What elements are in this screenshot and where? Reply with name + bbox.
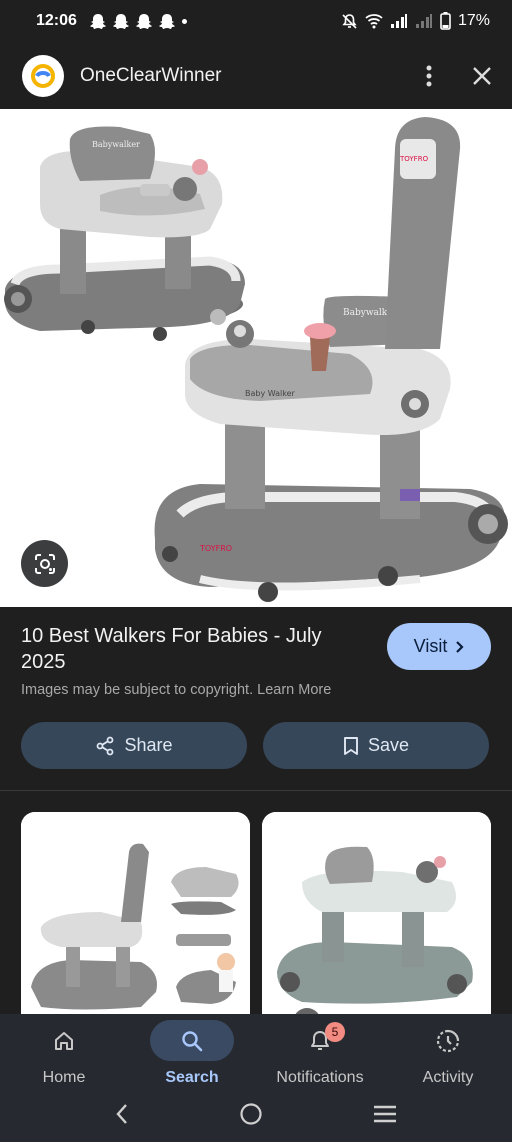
hero-image[interactable]: Babywalker TOYFRO Baby Walker Babywalker… bbox=[0, 109, 512, 607]
related-image-walker-collage bbox=[21, 812, 250, 1032]
share-label: Share bbox=[124, 735, 173, 755]
nav-home[interactable]: Home bbox=[0, 1020, 128, 1090]
battery-percent: 17% bbox=[457, 12, 490, 29]
lens-button[interactable] bbox=[21, 540, 68, 587]
visit-button[interactable]: Visit bbox=[387, 623, 491, 670]
bookmark-icon bbox=[344, 736, 358, 755]
svg-text:Babywalker: Babywalker bbox=[92, 140, 140, 149]
notification-dot-icon bbox=[181, 18, 187, 24]
nav-notifications[interactable]: 5 Notifications bbox=[256, 1020, 384, 1090]
nav-activity[interactable]: Activity bbox=[384, 1020, 512, 1090]
svg-text:TOYFRO: TOYFRO bbox=[399, 155, 429, 163]
notification-badge: 5 bbox=[325, 1022, 345, 1042]
system-navigation bbox=[0, 1086, 512, 1142]
signal-icon-2 bbox=[415, 14, 432, 28]
close-icon[interactable] bbox=[472, 66, 492, 86]
nav-home-label: Home bbox=[42, 1069, 86, 1086]
nav-search-label: Search bbox=[165, 1069, 219, 1086]
site-logo bbox=[22, 54, 64, 97]
share-icon bbox=[97, 736, 114, 755]
nav-search[interactable]: Search bbox=[128, 1020, 256, 1090]
snapchat-icon bbox=[112, 13, 129, 29]
google-lens-icon bbox=[34, 553, 55, 574]
related-image-card[interactable] bbox=[21, 812, 250, 1032]
related-image-card[interactable] bbox=[262, 812, 491, 1032]
wifi-icon bbox=[365, 14, 383, 29]
share-button[interactable]: Share bbox=[21, 722, 247, 769]
result-title[interactable]: 10 Best Walkers For Babies - July 2025 bbox=[21, 623, 361, 675]
home-circle-icon[interactable] bbox=[239, 1102, 263, 1126]
signal-icon bbox=[390, 14, 407, 28]
snapchat-icon bbox=[158, 13, 175, 29]
bottom-navigation: Home Search 5 Notifications Activity bbox=[0, 1014, 512, 1142]
related-image-walker bbox=[262, 812, 491, 1032]
status-bar: 12:06 17% bbox=[0, 0, 512, 42]
baby-walker-illustration: Babywalker TOYFRO Baby Walker Babywalker… bbox=[4, 117, 508, 602]
snapchat-icon bbox=[135, 13, 152, 29]
status-time: 12:06 bbox=[36, 12, 77, 29]
result-info: 10 Best Walkers For Babies - July 2025 V… bbox=[0, 607, 512, 790]
site-logo-icon bbox=[31, 63, 55, 88]
divider bbox=[0, 790, 512, 791]
more-options-icon[interactable] bbox=[426, 65, 432, 87]
tray-brand: Baby Walker bbox=[245, 389, 296, 398]
save-label: Save bbox=[367, 735, 410, 755]
visit-label: Visit bbox=[413, 636, 448, 656]
back-icon[interactable] bbox=[115, 1103, 129, 1125]
nav-notifications-label: Notifications bbox=[276, 1069, 364, 1086]
nav-activity-label: Activity bbox=[422, 1069, 474, 1086]
recents-menu-icon[interactable] bbox=[373, 1105, 397, 1123]
chevron-right-icon bbox=[456, 640, 464, 653]
walker-logo: TOYFRO bbox=[199, 544, 232, 553]
snapchat-icon bbox=[89, 13, 106, 29]
activity-icon bbox=[436, 1029, 460, 1052]
battery-icon bbox=[440, 12, 451, 30]
mute-icon bbox=[342, 13, 357, 29]
home-icon bbox=[55, 1031, 73, 1050]
site-name: OneClearWinner bbox=[80, 64, 222, 86]
search-icon bbox=[182, 1030, 203, 1051]
app-bar: OneClearWinner bbox=[0, 42, 512, 109]
save-button[interactable]: Save bbox=[263, 722, 489, 769]
copyright-notice[interactable]: Images may be subject to copyright. Lear… bbox=[21, 682, 331, 698]
